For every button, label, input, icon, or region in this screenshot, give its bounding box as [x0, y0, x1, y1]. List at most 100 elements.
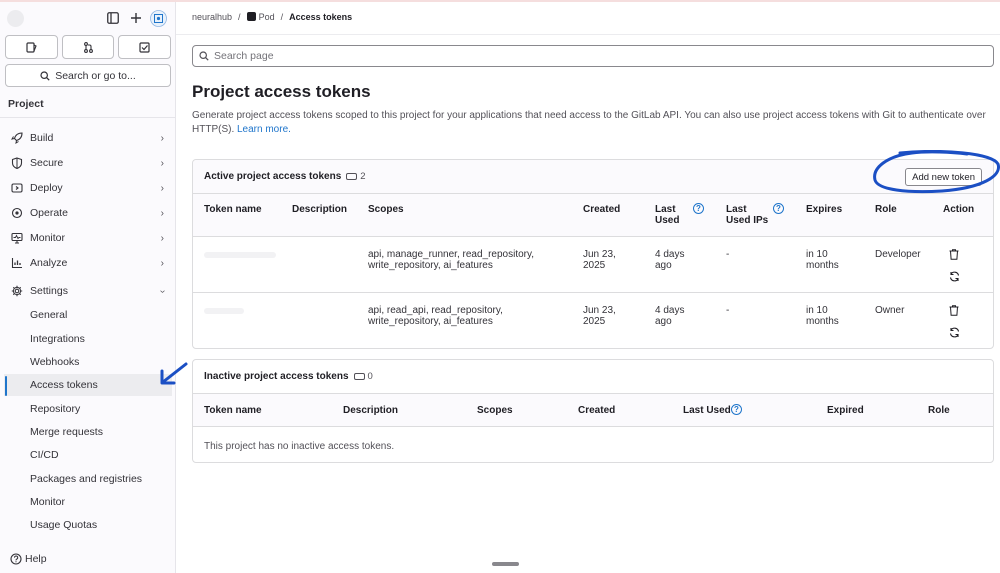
token-created-line2: 2025 [583, 316, 606, 327]
sidebar-subitem-general[interactable]: General [0, 304, 175, 326]
sidebar-subitem-merge-requests[interactable]: Merge requests [0, 421, 175, 443]
revoke-trash-icon[interactable] [948, 304, 960, 316]
col-token-name[interactable]: Token name [204, 204, 262, 215]
revoke-trash-icon[interactable] [948, 248, 960, 260]
help-label: Help [25, 553, 47, 565]
token-name-redacted [204, 308, 244, 314]
header-divider [176, 34, 1000, 35]
breadcrumb-group[interactable]: neuralhub [192, 12, 232, 22]
token-scopes-line2: write_repository, ai_features [368, 260, 493, 271]
user-avatar-icon[interactable] [150, 10, 167, 27]
sidebar-subitem-label: Access tokens [30, 379, 98, 391]
scroll-handle[interactable] [492, 562, 519, 566]
sidebar-subitem-packages-registries[interactable]: Packages and registries [0, 468, 175, 490]
token-role: Developer [875, 249, 921, 260]
last-used-help-icon[interactable]: ? [693, 203, 704, 214]
inactive-token-count-badge: 0 [353, 371, 373, 382]
plus-icon[interactable] [129, 11, 143, 25]
rotate-icon[interactable] [948, 270, 960, 282]
token-last-used-line2: ago [655, 316, 672, 327]
last-used-ips-help-icon[interactable]: ? [773, 203, 784, 214]
search-page-input[interactable]: Search page [192, 45, 994, 67]
breadcrumb-project[interactable]: Pod [246, 12, 275, 22]
page-description: Generate project access tokens scoped to… [192, 109, 997, 137]
col-last-used[interactable]: Last Used [683, 405, 731, 416]
sidebar-toggle-icon[interactable] [106, 11, 120, 25]
col-description[interactable]: Description [292, 204, 347, 215]
col-role[interactable]: Role [875, 204, 897, 215]
breadcrumb: neuralhub / Pod / Access tokens [192, 12, 352, 22]
sidebar-subitem-repository[interactable]: Repository [0, 398, 175, 420]
search-icon [199, 51, 209, 61]
issues-button[interactable] [5, 35, 58, 59]
token-created-line1: Jun 23, [583, 249, 616, 260]
col-scopes[interactable]: Scopes [368, 204, 404, 215]
token-role: Owner [875, 305, 905, 316]
sidebar-item-monitor[interactable]: Monitor › [0, 227, 175, 249]
project-avatar-icon [246, 12, 256, 21]
token-count: 2 [360, 171, 366, 182]
token-count-badge: 2 [346, 171, 366, 182]
col-token-name[interactable]: Token name [204, 405, 262, 416]
col-created[interactable]: Created [578, 405, 615, 416]
issues-icon [26, 41, 37, 53]
col-scopes[interactable]: Scopes [477, 405, 513, 416]
col-created[interactable]: Created [583, 204, 620, 215]
sidebar-subitem-label: Packages and registries [30, 473, 143, 485]
chevron-right-icon: › [160, 257, 164, 269]
breadcrumb-current[interactable]: Access tokens [289, 12, 352, 22]
row-divider [193, 426, 993, 427]
sidebar-subitem-label: Merge requests [30, 426, 103, 438]
avatar[interactable] [7, 10, 24, 27]
token-last-used-line2: ago [655, 260, 672, 271]
rocket-icon [10, 131, 24, 145]
empty-state-text: This project has no inactive access toke… [204, 441, 395, 452]
col-last-used[interactable]: Last Used [655, 204, 695, 226]
breadcrumb-separator: / [280, 12, 284, 22]
sidebar-item-build[interactable]: Build › [0, 127, 175, 149]
sidebar-subitem-webhooks[interactable]: Webhooks [0, 351, 175, 373]
chart-icon [10, 256, 24, 270]
token-expires-line2: months [806, 260, 839, 271]
sidebar-subitem-integrations[interactable]: Integrations [0, 328, 175, 350]
chevron-right-icon: › [160, 232, 164, 244]
sidebar-subitem-ci-cd[interactable]: CI/CD [0, 444, 175, 466]
search-or-go-to-button[interactable]: Search or go to... [5, 64, 171, 87]
col-expires[interactable]: Expires [806, 204, 842, 215]
rotate-icon[interactable] [948, 326, 960, 338]
sidebar-subitem-monitor[interactable]: Monitor [0, 491, 175, 513]
sidebar-item-settings[interactable]: Settings › [0, 280, 175, 302]
last-used-help-icon[interactable]: ? [731, 404, 742, 415]
chevron-right-icon: › [160, 132, 164, 144]
sidebar-item-secure[interactable]: Secure › [0, 152, 175, 174]
col-action: Action [943, 204, 975, 215]
sidebar-item-operate[interactable]: Operate › [0, 202, 175, 224]
learn-more-link[interactable]: Learn more. [237, 124, 291, 135]
merge-requests-button[interactable] [61, 35, 115, 59]
col-expired[interactable]: Expired [827, 405, 864, 416]
monitor-icon [10, 231, 24, 245]
inactive-tokens-header: Inactive project access tokens 0 [193, 360, 993, 394]
help-button[interactable]: Help [10, 553, 47, 565]
sidebar-item-label: Secure [30, 157, 64, 169]
todo-icon [139, 41, 150, 53]
sidebar-subitem-access-tokens[interactable]: Access tokens [4, 374, 172, 396]
todos-button[interactable] [118, 35, 172, 59]
sidebar-subitem-label: Usage Quotas [30, 519, 98, 531]
token-scopes-line2: write_repository, ai_features [368, 316, 493, 327]
sidebar-header [0, 2, 176, 32]
col-last-used-ips[interactable]: Last Used IPs [726, 204, 772, 226]
search-page-placeholder: Search page [214, 50, 274, 62]
shield-icon [10, 156, 24, 170]
sidebar-item-label: Settings [30, 285, 68, 297]
sidebar-divider [0, 117, 175, 118]
sidebar-subitem-usage-quotas[interactable]: Usage Quotas [0, 514, 175, 536]
breadcrumb-project-label: Pod [258, 12, 275, 22]
inactive-tokens-title-text: Inactive project access tokens [204, 371, 349, 382]
col-description[interactable]: Description [343, 405, 398, 416]
sidebar-item-deploy[interactable]: Deploy › [0, 177, 175, 199]
sidebar-item-label: Monitor [30, 232, 66, 244]
sidebar-item-analyze[interactable]: Analyze › [0, 252, 175, 274]
col-role[interactable]: Role [928, 405, 950, 416]
table-header-row [193, 194, 993, 236]
